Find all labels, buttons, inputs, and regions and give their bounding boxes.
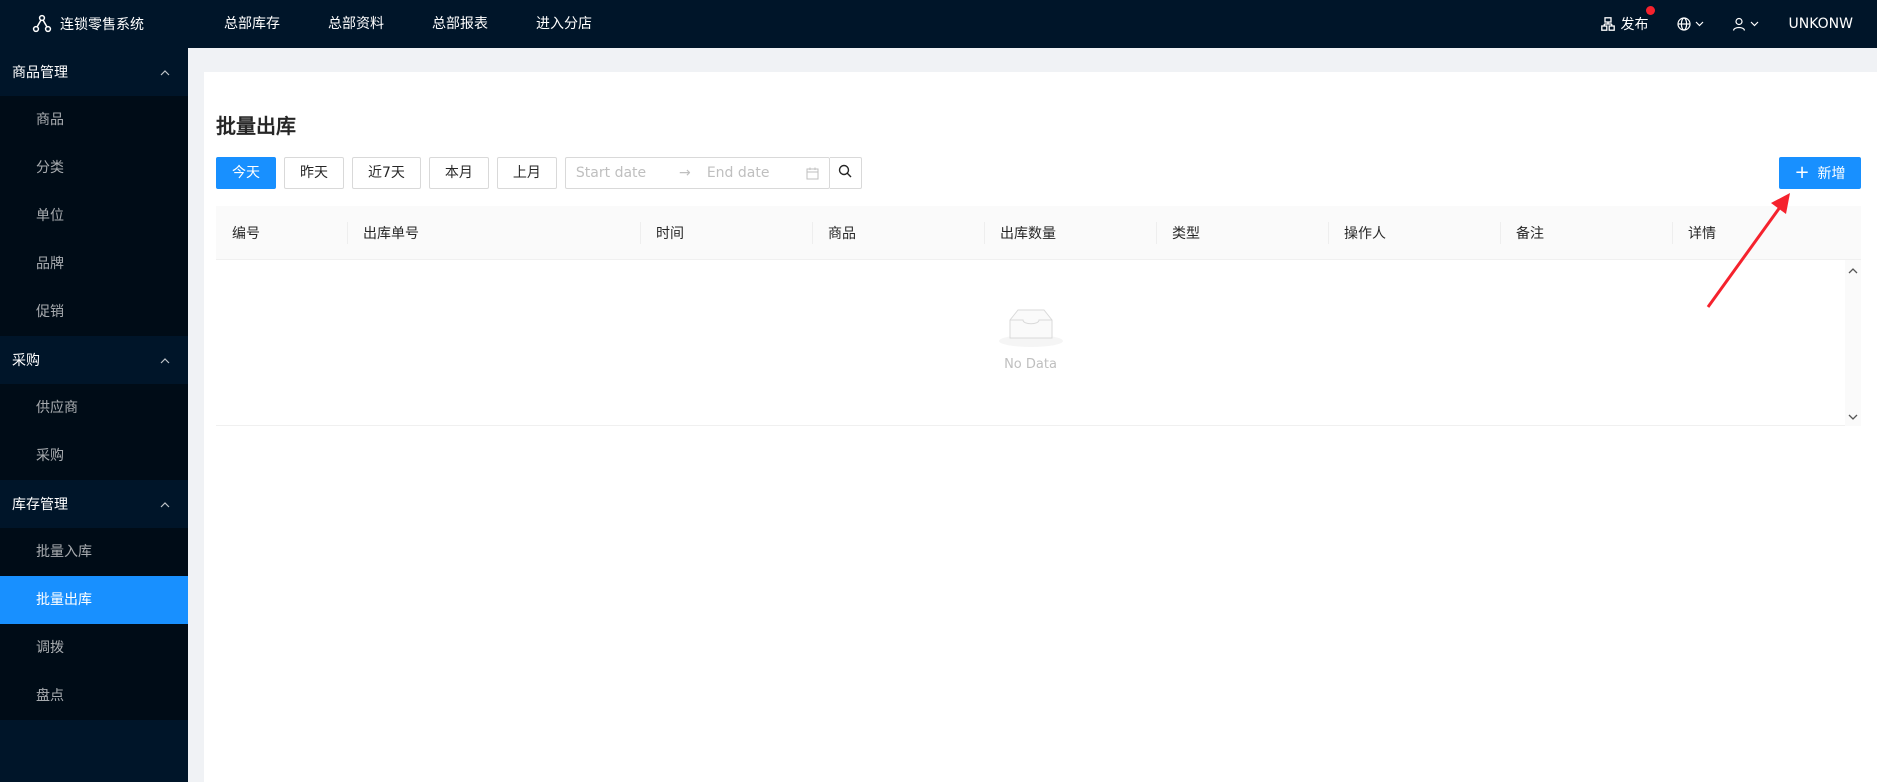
plus-icon: +	[1794, 162, 1810, 183]
sidebar-item-transfer[interactable]: 调拨	[0, 624, 188, 672]
filter-today-button[interactable]: 今天	[216, 157, 276, 189]
table-body: No Data	[216, 260, 1861, 426]
filter-last-month-button[interactable]: 上月	[496, 157, 557, 189]
arrow-right-icon: →	[679, 165, 691, 181]
publish-button[interactable]: 发布	[1587, 0, 1663, 48]
sidebar-item-category[interactable]: 分类	[0, 144, 188, 192]
share-nodes-icon	[32, 14, 52, 34]
app-logo[interactable]: 连锁零售系统	[0, 14, 188, 34]
column-header-details: 详情	[1672, 206, 1861, 260]
chevron-up-icon	[160, 64, 170, 80]
column-header-type: 类型	[1156, 206, 1328, 260]
column-header-remark: 备注	[1500, 206, 1672, 260]
filter-last-7-days-button[interactable]: 近7天	[352, 157, 421, 189]
column-header-id: 编号	[232, 225, 260, 242]
page-title: 批量出库	[216, 114, 296, 138]
search-icon	[838, 164, 852, 182]
user-menu[interactable]	[1718, 0, 1773, 48]
top-header: 连锁零售系统 总部库存 总部资料 总部报表 进入分店 发布 UNKONW	[0, 0, 1877, 48]
sidebar-group-inventory-management[interactable]: 库存管理	[0, 480, 188, 528]
add-button[interactable]: + 新增	[1779, 157, 1861, 189]
topnav-item-hq-reports[interactable]: 总部报表	[408, 0, 512, 48]
column-header-time: 时间	[640, 206, 812, 260]
chevron-down-icon[interactable]	[1848, 408, 1858, 424]
sidebar: 商品管理 商品 分类 单位 品牌 促销 采购 供应商 采购 库存管理 批量入库 …	[0, 48, 188, 782]
header-actions: 发布 UNKONW	[1587, 0, 1877, 48]
sidebar-submenu: 供应商 采购	[0, 384, 188, 480]
app-title: 连锁零售系统	[60, 17, 144, 33]
empty-text: No Data	[1004, 357, 1057, 372]
table-header: 编号 出库单号 时间 商品 出库数量 类型 操作人 备注 详情	[216, 206, 1861, 260]
sidebar-submenu: 批量入库 批量出库 调拨 盘点	[0, 528, 188, 720]
filter-yesterday-button[interactable]: 昨天	[284, 157, 344, 189]
chevron-down-icon	[1750, 21, 1759, 27]
inbox-icon	[998, 306, 1063, 351]
sidebar-group-label: 库存管理	[12, 497, 68, 513]
topnav-item-hq-data[interactable]: 总部资料	[304, 0, 408, 48]
cluster-icon	[1600, 17, 1615, 31]
chevron-up-icon[interactable]	[1848, 262, 1858, 278]
topnav-item-enter-branch[interactable]: 进入分店	[512, 0, 616, 48]
start-date-input[interactable]: Start date	[576, 165, 679, 181]
publish-label: 发布	[1620, 17, 1649, 33]
sidebar-item-purchase[interactable]: 采购	[0, 432, 188, 480]
search-button[interactable]	[829, 157, 862, 189]
sidebar-submenu: 商品 分类 单位 品牌 促销	[0, 96, 188, 336]
content-card: 批量出库 今天 昨天 近7天 本月 上月 Start date → End da…	[204, 72, 1877, 782]
globe-icon	[1676, 17, 1691, 31]
table-scrollbar[interactable]	[1845, 260, 1861, 426]
sidebar-item-batch-inbound[interactable]: 批量入库	[0, 528, 188, 576]
chevron-down-icon	[1695, 21, 1704, 27]
empty-state: No Data	[216, 306, 1845, 372]
notification-dot	[1645, 6, 1655, 15]
sidebar-item-brand[interactable]: 品牌	[0, 240, 188, 288]
sidebar-group-label: 商品管理	[12, 65, 68, 81]
user-name[interactable]: UNKONW	[1773, 0, 1877, 48]
language-switcher[interactable]	[1663, 0, 1718, 48]
sidebar-item-supplier[interactable]: 供应商	[0, 384, 188, 432]
column-header-order-no: 出库单号	[347, 206, 640, 260]
sidebar-item-unit[interactable]: 单位	[0, 192, 188, 240]
top-nav: 总部库存 总部资料 总部报表 进入分店	[200, 0, 616, 48]
sidebar-item-promotion[interactable]: 促销	[0, 288, 188, 336]
sidebar-item-batch-outbound[interactable]: 批量出库	[0, 576, 188, 624]
outbound-table: 编号 出库单号 时间 商品 出库数量 类型 操作人 备注 详情 No Data	[216, 206, 1861, 426]
chevron-up-icon	[160, 352, 170, 368]
date-range-picker[interactable]: Start date → End date	[564, 157, 830, 189]
sidebar-item-stocktake[interactable]: 盘点	[0, 672, 188, 720]
user-icon	[1732, 17, 1746, 31]
column-header-operator: 操作人	[1328, 206, 1500, 260]
calendar-icon	[806, 167, 819, 180]
column-header-product: 商品	[812, 206, 984, 260]
column-header-quantity: 出库数量	[984, 206, 1156, 260]
sidebar-group-purchasing[interactable]: 采购	[0, 336, 188, 384]
add-button-label: 新增	[1817, 166, 1846, 182]
chevron-up-icon	[160, 496, 170, 512]
sidebar-group-product-management[interactable]: 商品管理	[0, 48, 188, 96]
sidebar-group-label: 采购	[12, 353, 40, 369]
end-date-input[interactable]: End date	[707, 165, 806, 181]
topnav-item-hq-inventory[interactable]: 总部库存	[200, 0, 304, 48]
filter-this-month-button[interactable]: 本月	[428, 157, 489, 189]
sidebar-item-product[interactable]: 商品	[0, 96, 188, 144]
date-filter-toolbar: 今天 昨天 近7天 本月 上月 Start date → End date	[216, 157, 862, 189]
